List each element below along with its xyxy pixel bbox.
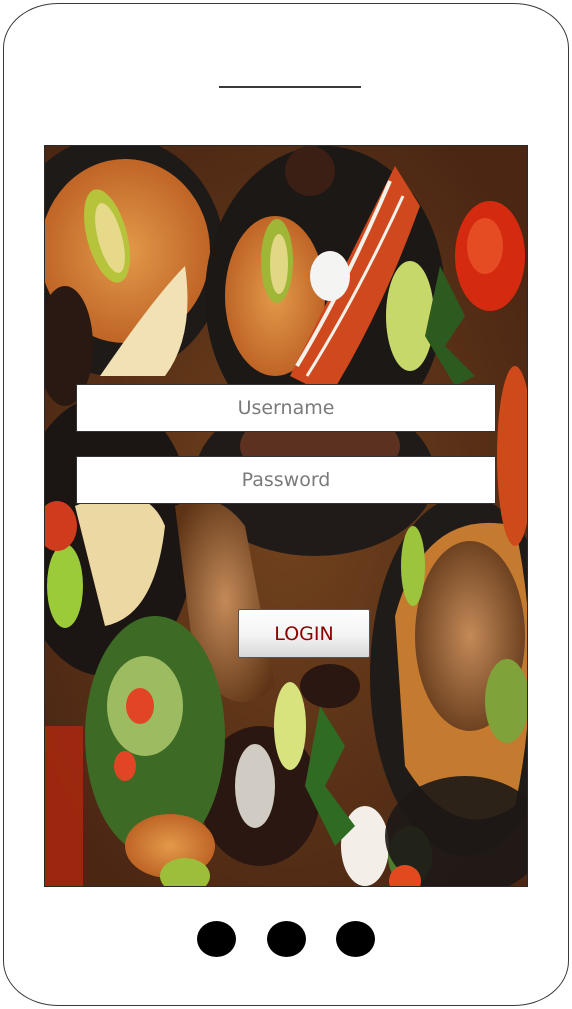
food-background-image xyxy=(45,146,527,886)
nav-dot-icon[interactable] xyxy=(267,921,306,957)
login-button[interactable]: LOGIN xyxy=(238,609,370,658)
login-button-label: LOGIN xyxy=(274,622,334,645)
password-input[interactable]: Password xyxy=(76,456,496,504)
nav-dot-icon[interactable] xyxy=(336,921,375,957)
nav-dot-icon[interactable] xyxy=(197,921,236,957)
app-screen: Username Password LOGIN xyxy=(44,145,528,887)
username-input[interactable]: Username xyxy=(76,384,496,432)
username-placeholder: Username xyxy=(237,397,335,419)
password-placeholder: Password xyxy=(241,469,331,491)
speaker-grille xyxy=(219,86,361,88)
